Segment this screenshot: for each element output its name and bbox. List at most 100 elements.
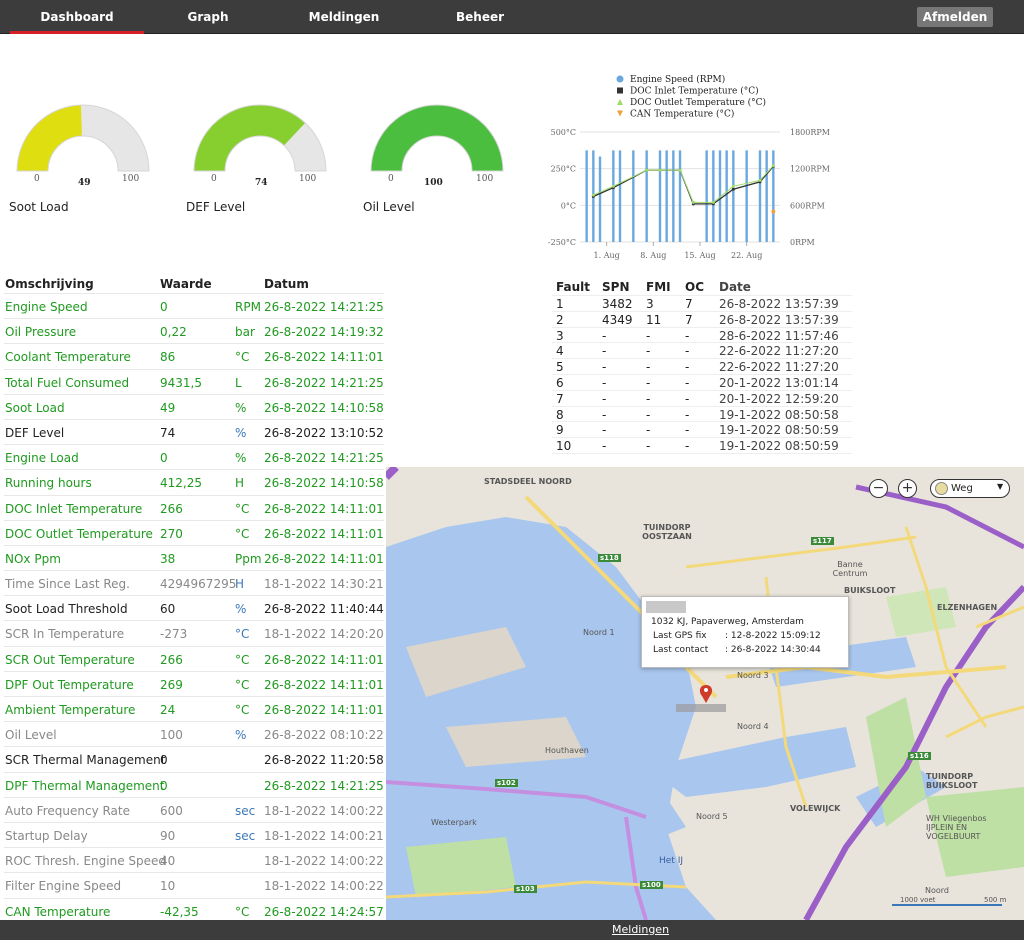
fault-cell: - (685, 360, 690, 375)
fault-cell: - (646, 423, 651, 438)
status-row: Time Since Last Reg. 4294967295 H 18-1-2022… (4, 571, 384, 597)
series-point (731, 184, 735, 188)
gauge-min: 0 (34, 174, 40, 184)
zoom-out-button[interactable]: − (869, 479, 888, 498)
tab-meldingen[interactable]: Meldingen (280, 0, 408, 34)
status-name: SCR In Temperature (5, 627, 125, 642)
series-point (611, 184, 615, 188)
status-date: 26-8-2022 08:10:22 (264, 728, 384, 743)
road-shield-s100: s100 (640, 881, 663, 889)
tab-beheer[interactable]: Beheer (416, 0, 544, 34)
logout-button[interactable]: Afmelden (917, 7, 993, 27)
status-date: 26-8-2022 11:20:58 (264, 753, 384, 768)
series-point (591, 193, 595, 197)
status-name: Soot Load Threshold (5, 602, 128, 617)
fault-row: 5 - - - 22-6-2022 11:27:20 (552, 359, 852, 375)
status-row: Filter Engine Speed 10 18-1-2022 14:00:22 (4, 873, 384, 899)
header-waarde: Waarde (160, 277, 212, 291)
status-date: 26-8-2022 14:11:01 (264, 703, 384, 717)
gauge-arc (16, 104, 150, 172)
header-spn: SPN (602, 280, 630, 294)
fault-cell: - (646, 344, 651, 359)
x-tick-label: 1. Aug (594, 251, 620, 260)
y-left-tick: -250°C (548, 238, 576, 247)
series-point (678, 168, 682, 172)
location-map[interactable]: STADSDEEL NOORD TUINDORP OOSTZAAN BUIKSL… (386, 467, 1024, 920)
status-row: Engine Load 0% 26-8-2022 14:21:25 (4, 445, 384, 471)
fault-cell: 20-1-2022 12:59:20 (719, 391, 839, 406)
status-name: Engine Speed (5, 300, 88, 314)
status-unit: H (235, 577, 245, 592)
status-row: SCR Out Temperature 266 °C 26-8-2022 14:11:… (4, 647, 384, 672)
tab-dashboard[interactable]: Dashboard (10, 0, 144, 34)
status-name: SCR Out Temperature (5, 652, 135, 667)
fault-cell: - (646, 391, 651, 406)
status-name: Running hours (5, 476, 92, 491)
status-value: 10 (160, 879, 176, 894)
status-value: 269 (160, 677, 183, 692)
status-row: DEF Level 74% 26-8-2022 13:10:52 (4, 420, 384, 446)
fault-cell: 5 (556, 360, 564, 375)
fault-cell: 7 (556, 391, 564, 406)
fault-cell: - (646, 360, 651, 375)
status-row: Auto Frequency Rate 600 sec 18-1-2022 14:00… (4, 798, 384, 823)
status-value: 266 (160, 652, 183, 667)
gauge-fill (371, 105, 503, 171)
x-tick-label: 22. Aug (731, 251, 762, 260)
status-row: Oil Pressure 0,22 bar 26-8-2022 14:19:32 (4, 319, 384, 345)
status-name: Filter Engine Speed (5, 879, 122, 894)
legend-marker (616, 75, 624, 83)
status-unit: °C (235, 703, 250, 717)
status-name: Engine Load (5, 451, 79, 466)
map-label-noord: Noord (925, 886, 949, 895)
status-row: SCR In Temperature -273 °C 18-1-2022 14:20:… (4, 621, 384, 647)
legend-marker (617, 110, 623, 117)
status-value: 0 (160, 778, 168, 793)
status-value: 0,22 (160, 325, 187, 340)
map-scale-meters: 500 m (984, 896, 1007, 904)
fault-cell: - (685, 375, 690, 390)
status-date: 26-8-2022 13:10:52 (264, 425, 384, 440)
status-date: 18-1-2022 14:30:21 (264, 577, 384, 592)
tab-graph[interactable]: Graph (144, 0, 272, 34)
fault-cell: 28-6-2022 11:57:46 (719, 328, 839, 343)
popup-contact-label: Last contact (653, 645, 709, 655)
status-row: Ambient Temperature 24 °C 26-8-2022 14:11:0… (4, 697, 384, 723)
status-row: Coolant Temperature 86 °C 26-8-2022 14:11:0… (4, 344, 384, 370)
globe-icon (935, 482, 948, 495)
status-row: DOC Outlet Temperature 270 °C 26-8-2022 14:… (4, 521, 384, 546)
status-date: 18-1-2022 14:00:22 (264, 854, 384, 869)
zoom-in-button[interactable]: + (898, 479, 917, 498)
gauge-value: 74 (255, 178, 268, 188)
gauge-0: 0 100 49 Soot Load (9, 95, 160, 214)
road-shield-s118: s118 (598, 554, 621, 562)
gauge-label: Oil Level (363, 200, 415, 214)
status-unit: °C (235, 501, 250, 516)
map-canvas[interactable] (386, 467, 1024, 920)
fault-cell: 7 (685, 312, 693, 327)
status-date: 26-8-2022 14:19:32 (264, 325, 384, 340)
fault-cell: 19-1-2022 08:50:59 (719, 439, 839, 454)
legend-marker (617, 87, 623, 94)
series-point (731, 187, 735, 191)
footer-meldingen-link[interactable]: Meldingen (612, 923, 669, 936)
status-value: 0 (160, 300, 168, 314)
y-right-tick: 1800RPM (790, 128, 830, 137)
status-date: 26-8-2022 14:11:01 (264, 677, 384, 692)
map-label-elzenhagen: ELZENHAGEN (937, 603, 998, 612)
map-type-select[interactable]: Weg ▼ (930, 479, 1010, 498)
chevron-down-icon: ▼ (997, 482, 1004, 491)
gauge-max: 100 (299, 174, 317, 184)
status-name: Time Since Last Reg. (5, 577, 130, 592)
y-right-tick: 0RPM (790, 238, 815, 247)
status-row: Total Fuel Consumed 9431,5 L 26-8-2022 14:2… (4, 370, 384, 395)
status-unit: H (235, 476, 245, 491)
fault-cell: - (602, 344, 607, 359)
status-value: -273 (160, 627, 188, 642)
status-name: Oil Pressure (5, 325, 77, 340)
status-unit: % (235, 728, 247, 743)
status-name: Coolant Temperature (5, 350, 131, 365)
fault-cell: - (646, 407, 651, 422)
status-row: DPF Out Temperature 269 °C 26-8-2022 14:11:… (4, 672, 384, 697)
status-unit: L (235, 375, 242, 390)
